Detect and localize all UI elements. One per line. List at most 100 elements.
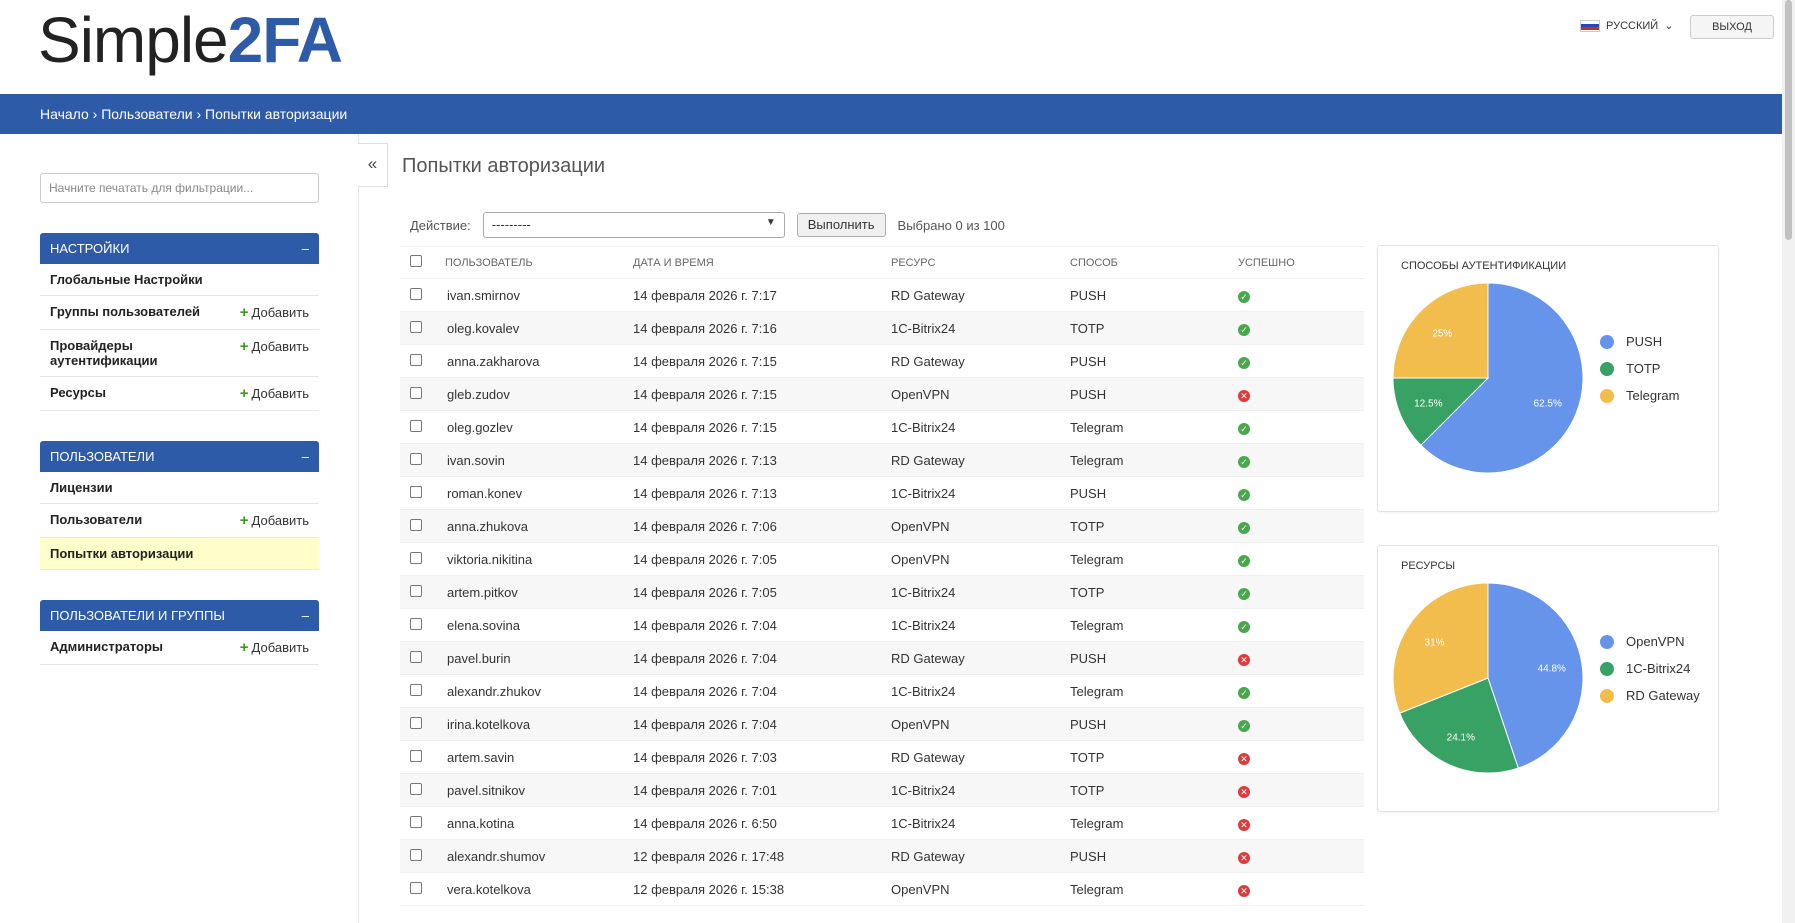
cell-user[interactable]: ivan.sovin — [445, 453, 633, 468]
logo[interactable]: Simple2FA — [38, 8, 343, 72]
sidebar-item-label[interactable]: Ресурсы — [50, 385, 106, 400]
table-row[interactable]: irina.kotelkova 14 февраля 2026 г. 7:04 … — [400, 708, 1364, 741]
table-row[interactable]: elena.sovina 14 февраля 2026 г. 7:04 1C-… — [400, 609, 1364, 642]
table-row[interactable]: ivan.smirnov 14 февраля 2026 г. 7:17 RD … — [400, 279, 1364, 312]
cell-user[interactable]: ivan.smirnov — [445, 288, 633, 303]
table-row[interactable]: vera.kotelkova 12 февраля 2026 г. 15:38 … — [400, 873, 1364, 906]
row-checkbox[interactable] — [410, 782, 422, 795]
table-row[interactable]: roman.konev 14 февраля 2026 г. 7:13 1C-B… — [400, 477, 1364, 510]
sidebar-item-label[interactable]: Провайдеры аутентификации — [50, 338, 240, 368]
logout-button[interactable]: ВЫХОД — [1690, 15, 1774, 39]
sidebar-item[interactable]: Лицензии — [40, 472, 319, 504]
sidebar-item[interactable]: Администраторы + Добавить — [40, 631, 319, 665]
table-row[interactable]: anna.zhukova 14 февраля 2026 г. 7:06 Ope… — [400, 510, 1364, 543]
module-header[interactable]: НАСТРОЙКИ – — [40, 233, 319, 264]
cell-user[interactable]: gleb.zudov — [445, 387, 633, 402]
collapse-icon[interactable]: – — [302, 441, 309, 472]
legend-item[interactable]: 1C-Bitrix24 — [1600, 655, 1700, 682]
cell-user[interactable]: viktoria.nikitina — [445, 552, 633, 567]
row-checkbox[interactable] — [410, 683, 422, 696]
column-header-user[interactable]: ПОЛЬЗОВАТЕЛЬ — [445, 257, 633, 269]
legend-item[interactable]: PUSH — [1600, 328, 1679, 355]
cell-user[interactable]: roman.konev — [445, 486, 633, 501]
legend-item[interactable]: TOTP — [1600, 355, 1679, 382]
column-header-resource[interactable]: РЕСУРС — [891, 257, 1070, 269]
sidebar-item-label[interactable]: Группы пользователей — [50, 304, 200, 319]
sidebar-item[interactable]: Группы пользователей + Добавить — [40, 296, 319, 330]
module-header[interactable]: ПОЛЬЗОВАТЕЛИ И ГРУППЫ – — [40, 600, 319, 631]
cell-user[interactable]: artem.savin — [445, 750, 633, 765]
column-header-method[interactable]: СПОСОБ — [1070, 257, 1238, 269]
cell-user[interactable]: alexandr.shumov — [445, 849, 633, 864]
column-header-success[interactable]: УСПЕШНО — [1238, 257, 1364, 269]
table-row[interactable]: anna.kotina 14 февраля 2026 г. 6:50 1C-B… — [400, 807, 1364, 840]
cell-user[interactable]: anna.kotina — [445, 816, 633, 831]
row-checkbox[interactable] — [410, 419, 422, 432]
sidebar-filter-input[interactable]: Начните печатать для фильтрации... — [40, 173, 319, 203]
scrollbar-thumb[interactable] — [1785, 0, 1792, 240]
add-link[interactable]: + Добавить — [240, 304, 309, 321]
table-row[interactable]: pavel.sitnikov 14 февраля 2026 г. 7:01 1… — [400, 774, 1364, 807]
cell-user[interactable]: anna.zhukova — [445, 519, 633, 534]
add-link[interactable]: + Добавить — [240, 385, 309, 402]
row-checkbox[interactable] — [410, 386, 422, 399]
table-row[interactable]: alexandr.zhukov 14 февраля 2026 г. 7:04 … — [400, 675, 1364, 708]
cell-user[interactable]: irina.kotelkova — [445, 717, 633, 732]
row-checkbox[interactable] — [410, 287, 422, 300]
cell-user[interactable]: vera.kotelkova — [445, 882, 633, 897]
module-header[interactable]: ПОЛЬЗОВАТЕЛИ – — [40, 441, 319, 472]
sidebar-item-label[interactable]: Глобальные Настройки — [50, 272, 203, 287]
row-checkbox[interactable] — [410, 485, 422, 498]
legend-item[interactable]: Telegram — [1600, 382, 1679, 409]
table-row[interactable]: gleb.zudov 14 февраля 2026 г. 7:15 OpenV… — [400, 378, 1364, 411]
cell-user[interactable]: alexandr.zhukov — [445, 684, 633, 699]
row-checkbox[interactable] — [410, 848, 422, 861]
table-row[interactable]: artem.pitkov 14 февраля 2026 г. 7:05 1C-… — [400, 576, 1364, 609]
row-checkbox[interactable] — [410, 452, 422, 465]
cell-user[interactable]: oleg.gozlev — [445, 420, 633, 435]
row-checkbox[interactable] — [410, 815, 422, 828]
collapse-icon[interactable]: – — [302, 600, 309, 631]
sidebar-item[interactable]: Ресурсы + Добавить — [40, 377, 319, 411]
row-checkbox[interactable] — [410, 320, 422, 333]
table-row[interactable]: alexandr.shumov 12 февраля 2026 г. 17:48… — [400, 840, 1364, 873]
cell-user[interactable]: oleg.kovalev — [445, 321, 633, 336]
run-action-button[interactable]: Выполнить — [796, 213, 886, 237]
cell-user[interactable]: artem.pitkov — [445, 585, 633, 600]
row-checkbox[interactable] — [410, 749, 422, 762]
action-select[interactable]: --------- ▼ — [482, 212, 785, 238]
row-checkbox[interactable] — [410, 518, 422, 531]
row-checkbox[interactable] — [410, 617, 422, 630]
language-selector[interactable]: РУССКИЙ ⌄ — [1580, 19, 1673, 32]
sidebar-item-label[interactable]: Пользователи — [50, 512, 142, 527]
table-row[interactable]: ivan.sovin 14 февраля 2026 г. 7:13 RD Ga… — [400, 444, 1364, 477]
select-all-checkbox[interactable] — [410, 255, 422, 267]
cell-user[interactable]: pavel.sitnikov — [445, 783, 633, 798]
table-row[interactable]: anna.zakharova 14 февраля 2026 г. 7:15 R… — [400, 345, 1364, 378]
cell-user[interactable]: pavel.burin — [445, 651, 633, 666]
sidebar-item[interactable]: Провайдеры аутентификации + Добавить — [40, 330, 319, 377]
table-row[interactable]: pavel.burin 14 февраля 2026 г. 7:04 RD G… — [400, 642, 1364, 675]
sidebar-item-label[interactable]: Администраторы — [50, 639, 163, 654]
sidebar-item[interactable]: Попытки авторизации — [40, 538, 319, 570]
table-row[interactable]: viktoria.nikitina 14 февраля 2026 г. 7:0… — [400, 543, 1364, 576]
sidebar-item-label[interactable]: Лицензии — [50, 480, 113, 495]
add-link[interactable]: + Добавить — [240, 512, 309, 529]
collapse-icon[interactable]: – — [302, 233, 309, 264]
breadcrumb[interactable]: Начало › Пользователи › Попытки авториза… — [0, 94, 1782, 134]
row-checkbox[interactable] — [410, 551, 422, 564]
row-checkbox[interactable] — [410, 716, 422, 729]
row-checkbox[interactable] — [410, 650, 422, 663]
add-link[interactable]: + Добавить — [240, 338, 309, 355]
row-checkbox[interactable] — [410, 584, 422, 597]
legend-item[interactable]: OpenVPN — [1600, 628, 1700, 655]
table-row[interactable]: oleg.kovalev 14 февраля 2026 г. 7:16 1C-… — [400, 312, 1364, 345]
sidebar-item[interactable]: Глобальные Настройки — [40, 264, 319, 296]
row-checkbox[interactable] — [410, 881, 422, 894]
collapse-sidebar-button[interactable]: « — [358, 143, 388, 187]
legend-item[interactable]: RD Gateway — [1600, 682, 1700, 709]
add-link[interactable]: + Добавить — [240, 639, 309, 656]
table-row[interactable]: artem.savin 14 февраля 2026 г. 7:03 RD G… — [400, 741, 1364, 774]
sidebar-item[interactable]: Пользователи + Добавить — [40, 504, 319, 538]
page-scrollbar[interactable] — [1782, 0, 1795, 923]
